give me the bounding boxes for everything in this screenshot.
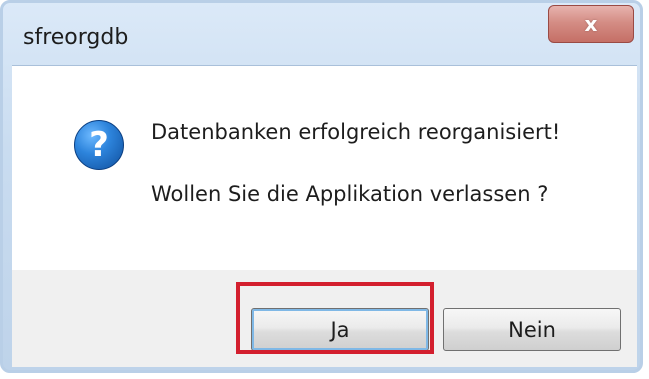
close-button[interactable]: x: [548, 5, 634, 43]
message-line-1: Datenbanken erfolgreich reorganisiert!: [151, 120, 561, 144]
title-bar: sfreorgdb x: [3, 3, 640, 65]
yes-button[interactable]: Ja: [251, 308, 429, 351]
dialog-content: ? Datenbanken erfolgreich reorganisiert!…: [12, 65, 637, 270]
dialog-footer: Ja Nein: [12, 270, 637, 367]
window-title: sfreorgdb: [23, 25, 129, 50]
no-button[interactable]: Nein: [443, 308, 621, 351]
question-icon: ?: [74, 120, 124, 170]
dialog-window: sfreorgdb x ? Datenbanken erfolgreich re…: [0, 0, 643, 373]
close-icon: x: [584, 12, 598, 36]
message-line-2: Wollen Sie die Applikation verlassen ?: [151, 182, 549, 206]
